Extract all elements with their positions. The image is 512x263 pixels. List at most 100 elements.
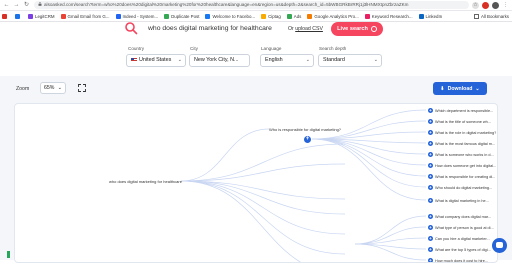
expand-node-icon[interactable]: + bbox=[304, 136, 311, 143]
browser-address-bar: ← → ↻ alsoasked.com/search?term=who%20do… bbox=[0, 0, 512, 11]
expand-node-icon[interactable]: + bbox=[428, 214, 433, 219]
country-label: Country bbox=[128, 46, 145, 51]
favicon-icon bbox=[60, 13, 66, 19]
expand-node-icon[interactable]: + bbox=[428, 163, 433, 168]
question-leaf[interactable]: + What is someone who works in d... bbox=[428, 152, 494, 157]
depth-label: Search depth bbox=[319, 46, 347, 51]
connector-line bbox=[180, 128, 270, 182]
bookmark-item[interactable]: Duplicate Post bbox=[164, 13, 200, 19]
expand-node-icon[interactable]: + bbox=[428, 130, 433, 135]
upload-csv-link[interactable]: upload CSV bbox=[295, 26, 323, 32]
favicon-icon bbox=[28, 13, 33, 19]
profile-avatar[interactable] bbox=[492, 1, 499, 9]
expand-node-icon[interactable]: + bbox=[428, 198, 433, 203]
download-button[interactable]: ⬇ Download ⌄ bbox=[433, 82, 487, 95]
question-leaf[interactable]: + How much does it cost to hire... bbox=[428, 258, 488, 263]
question-leaf[interactable]: + What type of person is good at di... bbox=[428, 225, 494, 230]
question-leaf[interactable]: + How does someone get into digital... bbox=[428, 163, 496, 168]
live-search-label: Live search bbox=[337, 26, 368, 32]
extension-icon[interactable] bbox=[482, 1, 489, 9]
bookmark-label: Welcome to Facebo... bbox=[212, 13, 256, 19]
url-field[interactable]: alsoasked.com/search?term=who%20does%20d… bbox=[34, 1, 469, 9]
leaf-label: How much does it cost to hire... bbox=[435, 258, 488, 263]
live-search-button[interactable]: Live search bbox=[331, 22, 383, 36]
bookmark-item[interactable]: Indeed - System... bbox=[115, 13, 158, 19]
question-leaf[interactable]: + What is digital marketing in he... bbox=[428, 198, 489, 203]
expand-node-icon[interactable]: + bbox=[428, 225, 433, 230]
expand-node-icon[interactable]: + bbox=[428, 258, 433, 262]
bookmark-label: Keyword Research... bbox=[371, 13, 413, 19]
expand-node-icon[interactable]: + bbox=[428, 247, 433, 252]
question-node[interactable]: Who is responsible for digital marketing… bbox=[269, 127, 341, 132]
question-leaf[interactable]: + What is responsible for creating di... bbox=[428, 174, 495, 179]
mind-map-canvas[interactable]: who does digital marketing for healthcar… bbox=[14, 103, 498, 263]
favicon-icon bbox=[164, 13, 170, 19]
bookmark-item[interactable]: Gmail Email from G... bbox=[60, 13, 110, 19]
menu-icon[interactable]: ⋮ bbox=[502, 1, 509, 9]
connector-line bbox=[180, 143, 346, 182]
back-icon[interactable]: ← bbox=[3, 2, 10, 9]
expand-node-icon[interactable]: + bbox=[428, 185, 433, 190]
connector-line bbox=[311, 138, 427, 201]
root-node[interactable]: who does digital marketing for healthcar… bbox=[109, 179, 182, 184]
question-leaf[interactable]: + Which department is responsible... bbox=[428, 108, 493, 113]
folder-icon bbox=[473, 14, 479, 19]
bookmark-item[interactable]: LegitCRM bbox=[28, 13, 55, 19]
question-leaf[interactable]: + What are the top 5 types of digi... bbox=[428, 247, 491, 252]
bookmark-label: Duplicate Post bbox=[171, 13, 200, 19]
bookmark-item[interactable]: Welcome to Facebo... bbox=[205, 13, 256, 19]
question-leaf[interactable]: + What is the role in digital marketing? bbox=[428, 130, 496, 135]
zoom-select[interactable]: 65% ⌄ bbox=[40, 82, 66, 94]
expand-node-icon[interactable]: + bbox=[428, 108, 433, 113]
city-label: City bbox=[190, 46, 198, 51]
star-icon[interactable]: ☆ bbox=[472, 1, 479, 9]
url-text: alsoasked.com/search?term=who%20does%20d… bbox=[44, 2, 409, 7]
connector-line bbox=[180, 163, 346, 182]
bookmark-label: LegitCRM bbox=[35, 13, 55, 19]
chat-icon[interactable] bbox=[492, 238, 507, 253]
expand-node-icon[interactable]: + bbox=[428, 152, 433, 157]
mind-map-lines bbox=[180, 109, 427, 262]
upload-csv: Or upload CSV bbox=[288, 26, 323, 32]
country-select[interactable]: United States ⌄ bbox=[126, 54, 186, 67]
bookmark-item[interactable]: Ads bbox=[286, 13, 301, 19]
search-header: who does digital marketing for healthcar… bbox=[0, 22, 512, 76]
chevron-down-icon: ⌄ bbox=[373, 57, 378, 63]
zoom-label: Zoom bbox=[16, 86, 30, 92]
leaf-label: How does someone get into digital... bbox=[435, 163, 497, 168]
bookmark-item[interactable]: Google Analytics Pro... bbox=[307, 13, 359, 19]
search-input[interactable]: who does digital marketing for healthcar… bbox=[148, 25, 272, 32]
expand-node-icon[interactable]: + bbox=[428, 236, 433, 241]
bookmark-label: Google Analytics Pro... bbox=[314, 13, 359, 19]
bookmark-label: Ciptag bbox=[268, 13, 281, 19]
city-field[interactable]: New York City, N... bbox=[189, 54, 250, 67]
question-leaf[interactable]: + What company does digital mar... bbox=[428, 214, 491, 219]
download-label: Download bbox=[447, 85, 473, 92]
reload-icon[interactable]: ↻ bbox=[23, 2, 30, 9]
bookmark-item[interactable]: Keyword Research... bbox=[364, 13, 413, 19]
leaf-label: What is the most famous digital m... bbox=[435, 141, 496, 146]
bookmarks-bar: LegitCRM Gmail Email from G... Indeed - Sy… bbox=[0, 11, 512, 22]
question-leaf[interactable]: + What is the most famous digital m... bbox=[428, 141, 495, 146]
leaf-label: What are the top 5 types of digi... bbox=[435, 247, 491, 252]
bookmark-item[interactable]: Ciptag bbox=[261, 13, 281, 19]
bookmark-item[interactable]: LinkedIn bbox=[418, 13, 442, 19]
language-label: Language bbox=[261, 46, 282, 51]
connector-line bbox=[180, 180, 346, 215]
favicon-icon bbox=[205, 13, 211, 19]
leaf-label: Who should do digital marketing... bbox=[435, 185, 493, 190]
forward-icon[interactable]: → bbox=[13, 2, 20, 9]
question-leaf[interactable]: + What is the title of someone wh... bbox=[428, 119, 491, 124]
fullscreen-icon[interactable] bbox=[78, 84, 86, 92]
bookmark-item[interactable] bbox=[2, 13, 9, 19]
favicon-icon bbox=[286, 13, 292, 19]
expand-node-icon[interactable]: + bbox=[428, 119, 433, 124]
all-bookmarks[interactable]: All Bookmarks bbox=[473, 14, 509, 19]
expand-node-icon[interactable]: + bbox=[428, 174, 433, 179]
depth-select[interactable]: Standard ⌄ bbox=[318, 54, 382, 67]
bookmark-item[interactable] bbox=[15, 13, 22, 19]
language-select[interactable]: English ⌄ bbox=[260, 54, 314, 67]
question-leaf[interactable]: + Can you hire a digital marketer... bbox=[428, 236, 490, 241]
expand-node-icon[interactable]: + bbox=[428, 141, 433, 146]
question-leaf[interactable]: + Who should do digital marketing... bbox=[428, 185, 492, 190]
